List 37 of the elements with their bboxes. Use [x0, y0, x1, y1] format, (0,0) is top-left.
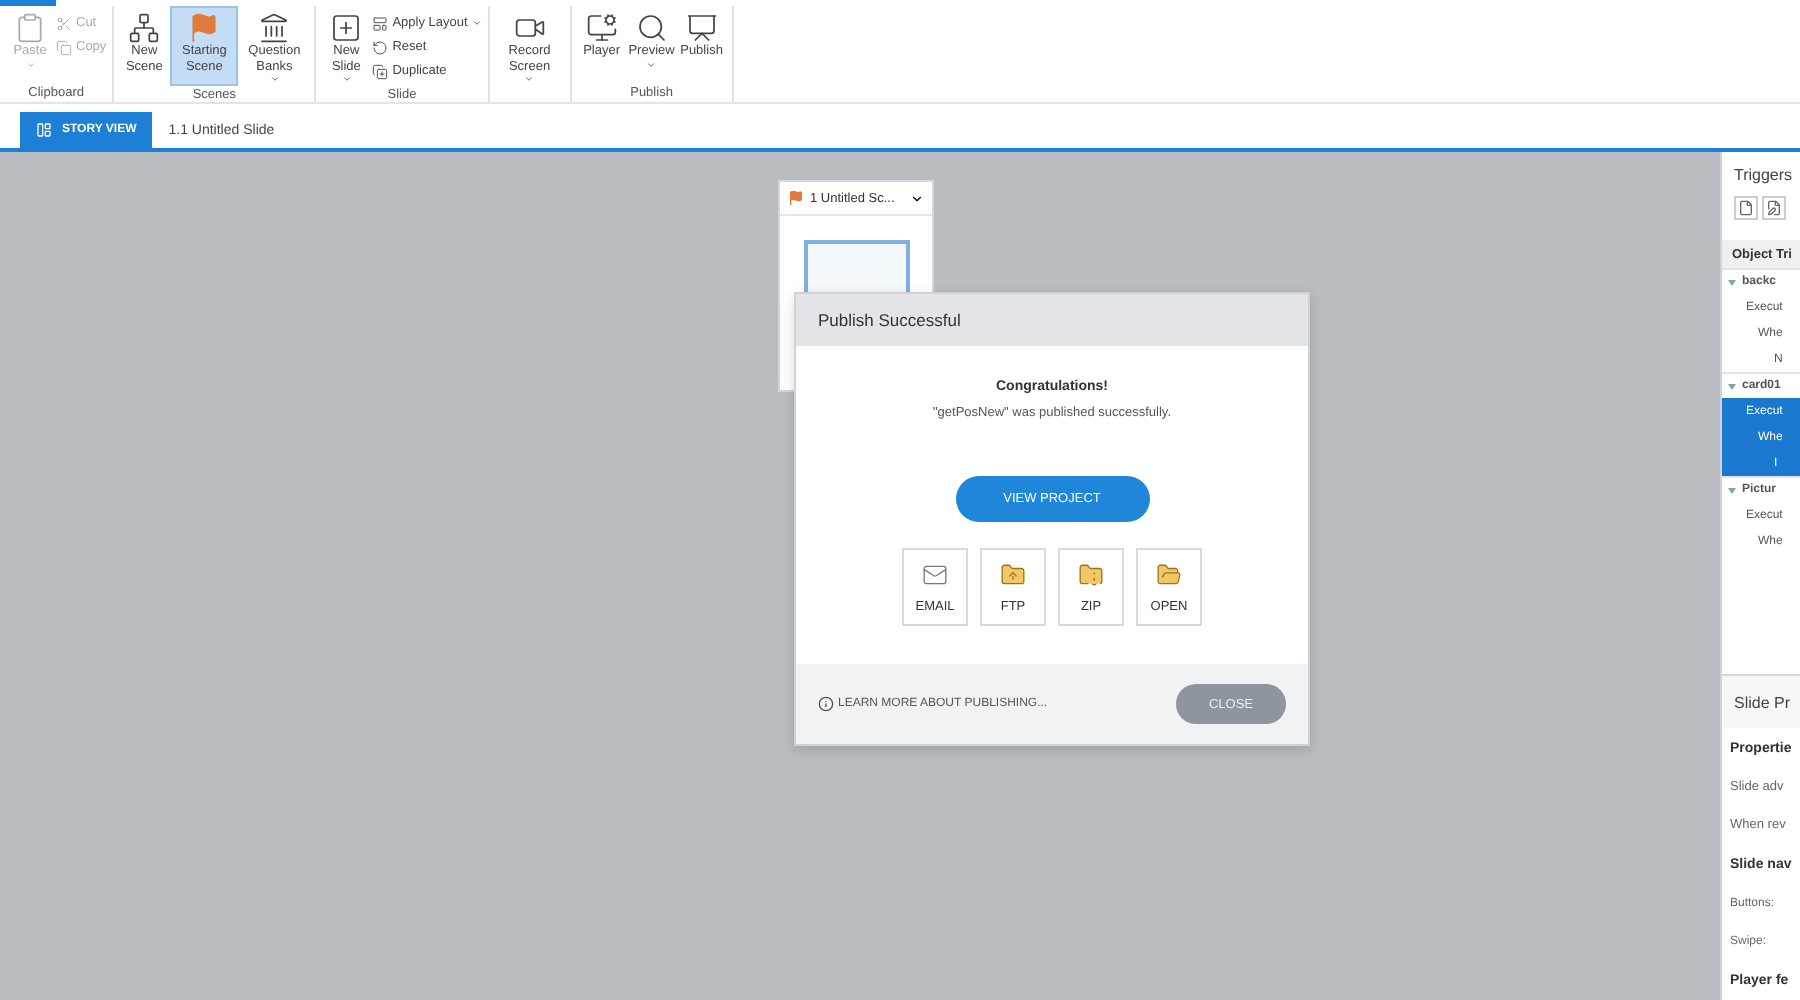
edit-icon	[1766, 200, 1782, 216]
expand-arrow-icon	[1728, 279, 1736, 285]
envelope-icon	[922, 561, 948, 587]
flag-icon	[188, 12, 221, 44]
page-icon	[1738, 200, 1754, 216]
clipboard-icon	[14, 12, 46, 44]
scissors-icon	[56, 15, 72, 31]
info-icon	[818, 696, 834, 712]
folder-upload-icon	[1000, 561, 1026, 587]
copy-icon	[56, 39, 72, 55]
caret-icon	[269, 74, 280, 84]
edit-trigger-button[interactable]	[1762, 196, 1786, 220]
new-slide-icon	[330, 12, 363, 44]
hierarchy-icon	[128, 12, 161, 44]
duplicate-icon	[372, 63, 389, 79]
expand-arrow-icon	[1728, 487, 1736, 493]
caret-icon	[524, 74, 535, 84]
zip-folder-icon	[1078, 561, 1104, 587]
folder-icon	[1156, 561, 1182, 587]
new-trigger-button[interactable]	[1734, 196, 1758, 220]
caret-icon	[341, 74, 352, 84]
reset-icon	[372, 39, 389, 55]
caret-icon	[471, 18, 482, 28]
search-icon	[635, 12, 668, 44]
caret-icon	[910, 191, 924, 205]
expand-arrow-icon	[1728, 383, 1736, 389]
monitor-icon	[585, 12, 618, 44]
caret-icon	[25, 59, 35, 69]
caret-icon	[646, 59, 657, 69]
panel-title: Triggers	[1732, 163, 1795, 188]
bank-icon	[258, 12, 291, 44]
layout-icon	[372, 15, 389, 31]
story-icon	[36, 122, 52, 138]
panel-title: Slide Pr	[1722, 676, 1800, 728]
presentation-icon	[685, 12, 718, 44]
flag-icon	[788, 190, 804, 206]
dialog-title: Publish Successful	[796, 294, 1308, 346]
